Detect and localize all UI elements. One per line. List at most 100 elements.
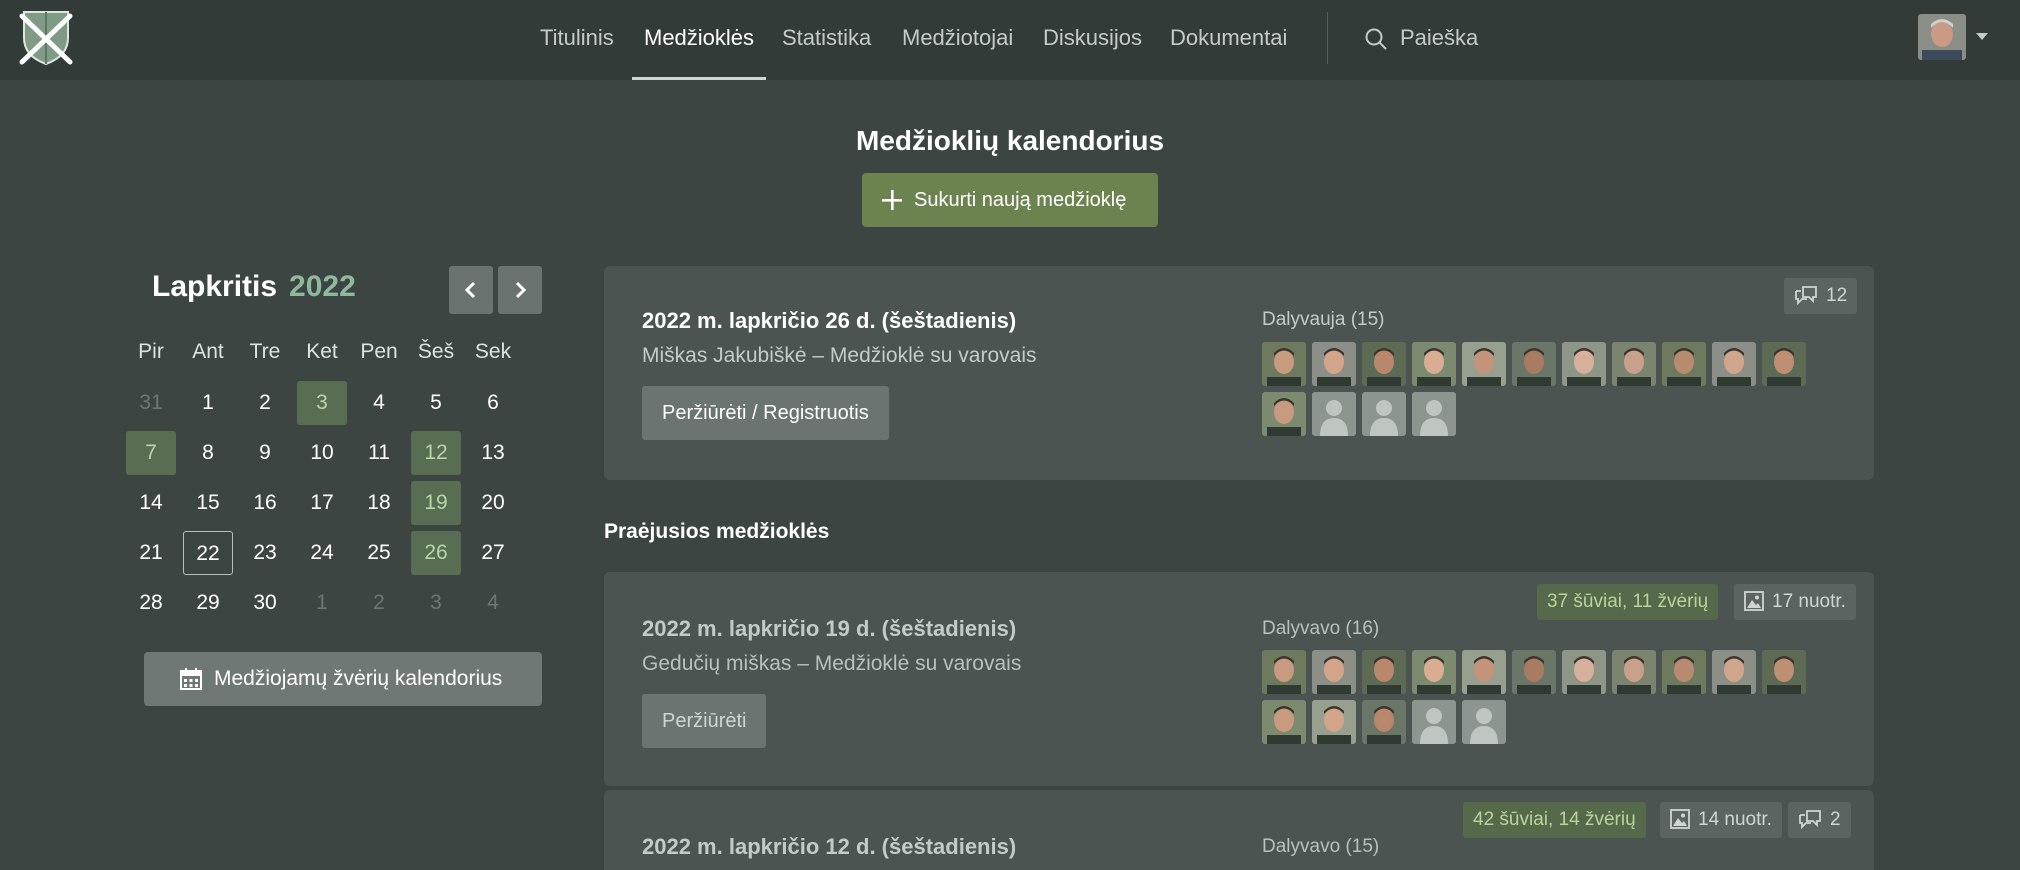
calendar-day[interactable]: 17 (297, 481, 347, 525)
nav-item-titulinis[interactable]: Titulinis (540, 0, 614, 80)
calendar-day[interactable]: 16 (240, 481, 290, 525)
nav-item-medziokles[interactable]: Medžioklės (631, 0, 767, 80)
participant-avatar[interactable] (1312, 700, 1356, 744)
calendar-day-hunt[interactable]: 12 (411, 431, 461, 475)
comments-badge[interactable]: 12 (1784, 278, 1858, 314)
calendar-day[interactable]: 28 (126, 581, 176, 625)
view-register-button[interactable]: Peržiūrėti / Registruotis (642, 386, 889, 440)
hunt-place: Miškas Jakubiškė – Medžioklė su varovais (642, 344, 1037, 367)
calendar-day[interactable]: 20 (468, 481, 518, 525)
hunt-date: 2022 m. lapkričio 19 d. (šeštadienis) (642, 616, 1017, 641)
calendar-day[interactable]: 31 (126, 381, 176, 425)
participant-avatar[interactable] (1312, 342, 1356, 386)
participant-avatar[interactable] (1462, 342, 1506, 386)
create-hunt-label: Sukurti naują medžioklę (914, 189, 1127, 211)
calendar-next-button[interactable] (498, 266, 542, 314)
calendar-day[interactable]: 14 (126, 481, 176, 525)
participant-avatar[interactable] (1362, 650, 1406, 694)
participant-avatar[interactable] (1262, 392, 1306, 436)
participant-avatar[interactable] (1512, 650, 1556, 694)
participant-avatar[interactable] (1612, 342, 1656, 386)
participant-avatar[interactable] (1362, 700, 1406, 744)
photos-badge[interactable]: 17 nuotr. (1734, 584, 1856, 620)
participant-avatar[interactable] (1712, 342, 1756, 386)
shots-badge: 37 šūviai, 11 žvėrių (1537, 584, 1719, 620)
calendar-day[interactable]: 6 (468, 381, 518, 425)
view-button[interactable]: Peržiūrėti (642, 694, 767, 748)
photos-badge[interactable]: 14 nuotr. (1660, 802, 1782, 838)
participant-avatar[interactable] (1462, 650, 1506, 694)
chevron-down-icon[interactable] (1976, 33, 1988, 40)
participant-avatar[interactable] (1412, 650, 1456, 694)
calendar-day[interactable]: 27 (468, 531, 518, 575)
calendar-day[interactable]: 3 (411, 581, 461, 625)
calendar-day[interactable]: 5 (411, 381, 461, 425)
participant-avatar[interactable] (1662, 650, 1706, 694)
avatar-placeholder-icon[interactable] (1362, 392, 1406, 436)
calendar-day[interactable]: 25 (354, 531, 404, 575)
calendar-day[interactable]: 8 (183, 431, 233, 475)
participants-label: Dalyvauja (15) (1262, 309, 1385, 330)
calendar-day-hunt[interactable]: 19 (411, 481, 461, 525)
participant-avatar[interactable] (1362, 342, 1406, 386)
calendar-day[interactable]: 1 (183, 381, 233, 425)
calendar-day-today[interactable]: 22 (183, 531, 233, 575)
avatar-placeholder-icon[interactable] (1412, 392, 1456, 436)
calendar-day[interactable]: 15 (183, 481, 233, 525)
calendar-month-title: Lapkritis 2022 (152, 270, 356, 304)
calendar-day[interactable]: 21 (126, 531, 176, 575)
calendar-day[interactable]: 1 (297, 581, 347, 625)
avatar-placeholder-icon[interactable] (1412, 700, 1456, 744)
participant-avatar[interactable] (1762, 342, 1806, 386)
search-link[interactable]: Paieška (1364, 0, 1478, 80)
calendar-day-hunt[interactable]: 26 (411, 531, 461, 575)
calendar-icon (180, 668, 202, 690)
club-logo-icon[interactable] (18, 8, 74, 66)
weekday-header: Pen (360, 340, 398, 363)
calendar-day-hunt[interactable]: 7 (126, 431, 176, 475)
animals-calendar-button[interactable]: Medžiojamų žvėrių kalendorius (144, 652, 542, 706)
calendar-day[interactable]: 4 (468, 581, 518, 625)
calendar-day[interactable]: 24 (297, 531, 347, 575)
upcoming-hunt-card: 2022 m. lapkričio 26 d. (šeštadienis) Mi… (604, 266, 1874, 480)
animals-calendar-label: Medžiojamų žvėrių kalendorius (214, 667, 503, 690)
participant-avatar[interactable] (1262, 650, 1306, 694)
calendar-day[interactable]: 9 (240, 431, 290, 475)
participant-avatar[interactable] (1412, 342, 1456, 386)
avatar-placeholder-icon[interactable] (1462, 700, 1506, 744)
participant-avatar[interactable] (1562, 650, 1606, 694)
participant-avatar[interactable] (1712, 650, 1756, 694)
photo-icon (1744, 591, 1764, 611)
photos-count: 17 nuotr. (1772, 591, 1846, 612)
calendar-day[interactable]: 4 (354, 381, 404, 425)
avatar-placeholder-icon[interactable] (1312, 392, 1356, 436)
calendar-year: 2022 (289, 270, 356, 303)
calendar-prev-button[interactable] (449, 266, 493, 314)
calendar-day[interactable]: 13 (468, 431, 518, 475)
participant-avatar[interactable] (1662, 342, 1706, 386)
calendar-day[interactable]: 29 (183, 581, 233, 625)
participant-avatar[interactable] (1562, 342, 1606, 386)
participant-avatar[interactable] (1312, 650, 1356, 694)
calendar-day[interactable]: 23 (240, 531, 290, 575)
calendar-day[interactable]: 18 (354, 481, 404, 525)
calendar-day[interactable]: 30 (240, 581, 290, 625)
calendar-day[interactable]: 10 (297, 431, 347, 475)
comments-badge[interactable]: 2 (1788, 802, 1851, 838)
nav-item-dokumentai[interactable]: Dokumentai (1170, 0, 1287, 80)
participant-avatar[interactable] (1612, 650, 1656, 694)
participant-avatar[interactable] (1512, 342, 1556, 386)
calendar-day[interactable]: 2 (354, 581, 404, 625)
nav-item-diskusijos[interactable]: Diskusijos (1043, 0, 1142, 80)
user-avatar[interactable] (1918, 14, 1966, 60)
nav-item-statistika[interactable]: Statistika (782, 0, 871, 80)
comments-count: 12 (1826, 285, 1848, 306)
calendar-day[interactable]: 11 (354, 431, 404, 475)
calendar-day[interactable]: 2 (240, 381, 290, 425)
calendar-day-hunt[interactable]: 3 (297, 381, 347, 425)
participant-avatar[interactable] (1262, 342, 1306, 386)
nav-item-medziotojai[interactable]: Medžiotojai (902, 0, 1013, 80)
create-hunt-button[interactable]: Sukurti naują medžioklę (862, 173, 1158, 227)
participant-avatar[interactable] (1762, 650, 1806, 694)
participant-avatar[interactable] (1262, 700, 1306, 744)
